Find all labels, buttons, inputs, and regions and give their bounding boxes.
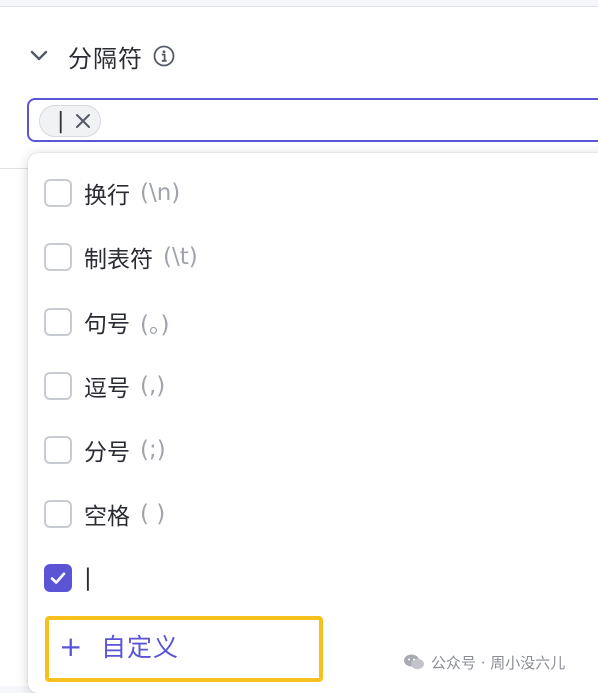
option-hint: (\t) xyxy=(163,244,198,270)
option-hint: (;) xyxy=(140,437,166,463)
section-title: 分隔符 xyxy=(68,44,143,73)
check-icon xyxy=(50,572,66,584)
wechat-icon xyxy=(403,653,425,671)
custom-option-highlight[interactable]: + 自定义 xyxy=(45,616,323,682)
option-hint: (。) xyxy=(140,312,170,338)
separator-dropdown: 换行 (\n) 制表符 (\t) 句号 (。) 逗号 (,) 分号 (;) 空格… xyxy=(28,153,598,693)
checkbox[interactable] xyxy=(44,179,72,207)
watermark: 公众号 · 周小没六儿 xyxy=(403,648,565,676)
info-icon[interactable] xyxy=(153,45,175,67)
option-pipe[interactable]: | xyxy=(44,558,92,598)
option-comma[interactable]: 逗号 (,) xyxy=(44,366,165,406)
checkbox[interactable] xyxy=(44,436,72,464)
option-label: | xyxy=(84,565,92,591)
checkbox[interactable] xyxy=(44,308,72,336)
close-icon[interactable] xyxy=(72,110,94,132)
option-label: 空格 xyxy=(84,504,130,530)
chevron-down-icon[interactable] xyxy=(26,43,52,69)
option-tab[interactable]: 制表符 (\t) xyxy=(44,237,198,277)
option-label: 制表符 xyxy=(84,247,153,273)
option-label: 逗号 xyxy=(84,376,130,402)
custom-option[interactable]: + 自定义 xyxy=(59,628,179,664)
checkbox-checked[interactable] xyxy=(44,564,72,592)
section-divider xyxy=(0,168,28,169)
custom-label: 自定义 xyxy=(101,633,180,662)
option-hint: (,) xyxy=(140,373,166,399)
option-label: 换行 xyxy=(84,183,130,209)
plus-icon: + xyxy=(59,629,83,663)
checkbox[interactable] xyxy=(44,372,72,400)
watermark-text: 公众号 · 周小没六儿 xyxy=(431,653,566,672)
selected-tag: | xyxy=(39,105,101,137)
option-semicolon[interactable]: 分号 (;) xyxy=(44,430,166,470)
option-period[interactable]: 句号 (。) xyxy=(44,302,169,342)
option-label: 分号 xyxy=(84,440,130,466)
checkbox[interactable] xyxy=(44,243,72,271)
tag-label: | xyxy=(57,108,65,134)
checkbox[interactable] xyxy=(44,500,72,528)
option-label: 句号 xyxy=(84,312,130,338)
section-header: 分隔符 xyxy=(26,38,175,74)
separator-select[interactable]: | xyxy=(27,98,598,142)
option-space[interactable]: 空格 ( ) xyxy=(44,494,165,534)
option-newline[interactable]: 换行 (\n) xyxy=(44,173,180,213)
option-hint: ( ) xyxy=(140,501,166,527)
option-hint: (\n) xyxy=(140,180,181,206)
